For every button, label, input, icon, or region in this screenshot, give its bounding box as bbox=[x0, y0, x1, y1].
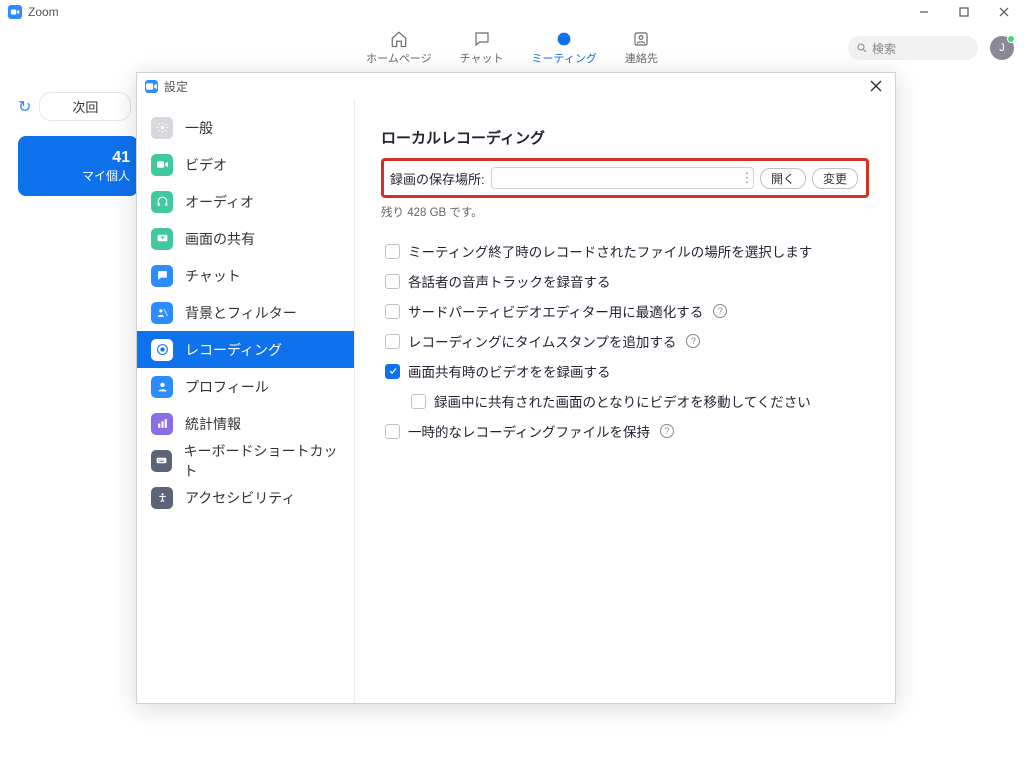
sidebar-item-shortcuts[interactable]: キーボードショートカット bbox=[137, 442, 354, 479]
option-label: 各話者の音声トラックを録音する bbox=[408, 271, 611, 291]
presence-indicator bbox=[1007, 35, 1015, 43]
sidebar-item-label: チャット bbox=[185, 266, 241, 286]
sidebar-item-statistics[interactable]: 統計情報 bbox=[137, 405, 354, 442]
sidebar-item-label: レコーディング bbox=[185, 340, 282, 360]
option-label: 録画中に共有された画面のとなりにビデオを移動してください bbox=[434, 391, 811, 411]
option-label: レコーディングにタイムスタンプを追加する bbox=[408, 331, 676, 351]
help-icon[interactable]: ? bbox=[713, 304, 727, 318]
option-label: ミーティング終了時のレコードされたファイルの場所を選択します bbox=[408, 241, 812, 261]
sidebar-item-label: オーディオ bbox=[185, 192, 254, 212]
avatar[interactable]: J bbox=[990, 36, 1014, 60]
sidebar-item-chat[interactable]: チャット bbox=[137, 257, 354, 294]
home-icon bbox=[389, 29, 409, 49]
gear-icon bbox=[151, 117, 173, 139]
chat-icon bbox=[472, 29, 492, 49]
option-label: 一時的なレコーディングファイルを保持 bbox=[408, 421, 650, 441]
checkbox[interactable] bbox=[385, 244, 400, 259]
checkbox[interactable] bbox=[411, 394, 426, 409]
sidebar-item-profile[interactable]: プロフィール bbox=[137, 368, 354, 405]
checkbox[interactable] bbox=[385, 334, 400, 349]
sidebar-item-label: キーボードショートカット bbox=[184, 441, 341, 481]
window-title: Zoom bbox=[28, 5, 59, 19]
share-screen-icon bbox=[151, 228, 173, 250]
dialog-title: 設定 bbox=[164, 78, 188, 95]
checkbox[interactable] bbox=[385, 364, 400, 379]
profile-icon bbox=[151, 376, 173, 398]
open-button[interactable]: 開く bbox=[760, 168, 806, 189]
meeting-card-label: マイ個人 bbox=[82, 167, 130, 184]
accessibility-icon bbox=[151, 487, 173, 509]
change-button[interactable]: 変更 bbox=[812, 168, 858, 189]
sidebar-item-label: プロフィール bbox=[185, 377, 269, 397]
remaining-space-label: 残り 428 GB です。 bbox=[381, 204, 869, 220]
settings-dialog: 設定 一般 ビデオ オーディオ 画面の共有 チャ bbox=[136, 72, 896, 704]
search-icon bbox=[856, 42, 868, 54]
checkbox[interactable] bbox=[385, 424, 400, 439]
checkbox[interactable] bbox=[385, 304, 400, 319]
sidebar-item-audio[interactable]: オーディオ bbox=[137, 183, 354, 220]
nav-tab-contacts[interactable]: 連絡先 bbox=[625, 29, 658, 66]
option-label: サードパーティビデオエディター用に最適化する bbox=[408, 301, 703, 321]
refresh-button[interactable]: ↻ bbox=[18, 97, 31, 117]
clock-icon bbox=[554, 29, 574, 49]
highlighted-recording-location: 録画の保存場所: ⋮ 開く 変更 bbox=[381, 158, 869, 198]
sidebar-item-accessibility[interactable]: アクセシビリティ bbox=[137, 479, 354, 516]
sidebar-item-label: 統計情報 bbox=[185, 414, 241, 434]
meeting-card-number: 41 bbox=[112, 149, 130, 167]
chat-icon bbox=[151, 265, 173, 287]
background-icon bbox=[151, 302, 173, 324]
dialog-titlebar: 設定 bbox=[137, 73, 895, 99]
search-input[interactable]: 検索 bbox=[848, 36, 978, 60]
settings-sidebar: 一般 ビデオ オーディオ 画面の共有 チャット 背景とフィルター bbox=[137, 99, 355, 703]
zoom-app-icon bbox=[145, 80, 158, 93]
recording-settings-panel: ローカルレコーディング 録画の保存場所: ⋮ 開く 変更 残り 428 GB で… bbox=[355, 99, 895, 703]
sidebar-item-share-screen[interactable]: 画面の共有 bbox=[137, 220, 354, 257]
location-label: 録画の保存場所: bbox=[390, 169, 485, 188]
panel-heading: ローカルレコーディング bbox=[381, 127, 869, 148]
next-meeting-button[interactable]: 次回 bbox=[39, 92, 131, 121]
nav-tab-home[interactable]: ホームページ bbox=[366, 29, 431, 66]
keyboard-icon bbox=[151, 450, 172, 472]
help-icon[interactable]: ? bbox=[660, 424, 674, 438]
window-titlebar: Zoom bbox=[0, 0, 1024, 24]
recording-option[interactable]: 各話者の音声トラックを録音する bbox=[381, 266, 869, 296]
main-header: ホームページ チャット ミーティング 連絡先 検索 J bbox=[0, 24, 1024, 70]
location-field[interactable]: ⋮ bbox=[491, 167, 754, 189]
contacts-icon bbox=[631, 29, 651, 49]
sidebar-item-label: 画面の共有 bbox=[185, 229, 255, 249]
spinner-icon: ⋮ bbox=[742, 169, 752, 187]
headphones-icon bbox=[151, 191, 173, 213]
sidebar-item-video[interactable]: ビデオ bbox=[137, 146, 354, 183]
record-icon bbox=[151, 339, 173, 361]
search-placeholder: 検索 bbox=[872, 40, 896, 57]
sidebar-item-general[interactable]: 一般 bbox=[137, 109, 354, 146]
recording-option[interactable]: 画面共有時のビデオをを録画する bbox=[381, 356, 869, 386]
recording-option[interactable]: レコーディングにタイムスタンプを追加する? bbox=[381, 326, 869, 356]
avatar-initial: J bbox=[999, 42, 1005, 54]
sidebar-item-recording[interactable]: レコーディング bbox=[137, 331, 354, 368]
zoom-app-icon bbox=[8, 5, 22, 19]
recording-option[interactable]: 録画中に共有された画面のとなりにビデオを移動してください bbox=[381, 386, 869, 416]
sidebar-item-label: 背景とフィルター bbox=[185, 303, 297, 323]
recording-option[interactable]: ミーティング終了時のレコードされたファイルの場所を選択します bbox=[381, 236, 869, 266]
video-icon bbox=[151, 154, 173, 176]
dialog-close-button[interactable] bbox=[857, 73, 895, 99]
option-label: 画面共有時のビデオをを録画する bbox=[408, 361, 611, 381]
nav-tab-meetings[interactable]: ミーティング bbox=[532, 29, 597, 66]
sidebar-item-background[interactable]: 背景とフィルター bbox=[137, 294, 354, 331]
statistics-icon bbox=[151, 413, 173, 435]
window-close-button[interactable] bbox=[984, 0, 1024, 24]
sidebar-item-label: 一般 bbox=[185, 118, 213, 138]
sidebar-item-label: ビデオ bbox=[185, 155, 227, 175]
help-icon[interactable]: ? bbox=[686, 334, 700, 348]
window-maximize-button[interactable] bbox=[944, 0, 984, 24]
meeting-id-card[interactable]: 41 マイ個人 bbox=[18, 136, 138, 196]
nav-tab-chat[interactable]: チャット bbox=[460, 29, 504, 66]
recording-option[interactable]: 一時的なレコーディングファイルを保持? bbox=[381, 416, 869, 446]
window-minimize-button[interactable] bbox=[904, 0, 944, 24]
sidebar-item-label: アクセシビリティ bbox=[185, 488, 295, 508]
checkbox[interactable] bbox=[385, 274, 400, 289]
recording-option[interactable]: サードパーティビデオエディター用に最適化する? bbox=[381, 296, 869, 326]
